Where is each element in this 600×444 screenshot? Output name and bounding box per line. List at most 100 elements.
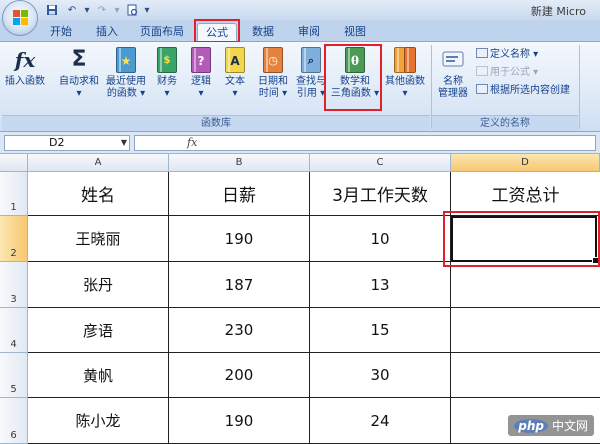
recently-used-button[interactable]: ★ 最近使用 的函数 ▾ — [102, 46, 150, 100]
tab-view[interactable]: 视图 — [338, 23, 372, 41]
save-icon[interactable] — [44, 3, 60, 17]
column-header-b[interactable]: B — [169, 154, 310, 172]
defined-names-group-label: 定义的名称 — [432, 115, 578, 131]
active-cell-highlight — [443, 211, 600, 267]
row-header-4[interactable]: 4 — [0, 308, 28, 353]
row-header-1[interactable]: 1 — [0, 172, 28, 216]
cell-c5[interactable]: 30 — [310, 353, 451, 398]
cell-b1[interactable]: 日薪 — [169, 172, 310, 216]
undo-icon[interactable]: ↶ — [64, 3, 80, 17]
cell-c3[interactable]: 13 — [310, 262, 451, 308]
financial-button[interactable]: $ 财务 ▾ — [152, 46, 182, 100]
column-header-a[interactable]: A — [28, 154, 169, 172]
logical-book-icon: ? — [188, 46, 214, 74]
use-in-formula-button[interactable]: 用于公式 ▾ — [476, 66, 538, 80]
quick-access-toolbar: ↶ ▾ ↷ ▾ ▾ — [44, 2, 150, 18]
create-from-selection-button[interactable]: 根据所选内容创建 — [476, 84, 570, 98]
row-header-6[interactable]: 6 — [0, 398, 28, 444]
cell-a4[interactable]: 彦语 — [28, 308, 169, 353]
use-in-formula-icon — [476, 66, 488, 76]
office-button[interactable] — [2, 0, 38, 36]
window-title: 新建 Micro — [530, 5, 586, 18]
date-time-label-1: 日期和 — [258, 76, 288, 87]
customize-qat-icon[interactable]: ▾ — [144, 3, 150, 17]
cell-b4[interactable]: 230 — [169, 308, 310, 353]
tab-insert[interactable]: 插入 — [90, 23, 124, 41]
ribbon-tabs: 开始 插入 页面布局 公式 数据 审阅 视图 — [0, 20, 600, 43]
tab-page-layout[interactable]: 页面布局 — [134, 23, 190, 41]
financial-book-icon: $ — [154, 46, 180, 74]
name-box[interactable]: D2 ▼ — [4, 135, 130, 151]
define-name-label: 定义名称 — [490, 49, 530, 60]
tab-review[interactable]: 审阅 — [292, 23, 326, 41]
column-header-d[interactable]: D — [451, 154, 600, 172]
row-header-3[interactable]: 3 — [0, 262, 28, 308]
cell-b6[interactable]: 190 — [169, 398, 310, 444]
row-header-5[interactable]: 5 — [0, 353, 28, 398]
more-functions-label: 其他函数 — [385, 76, 425, 87]
undo-dropdown-icon[interactable]: ▾ — [84, 3, 90, 17]
create-from-selection-icon — [476, 84, 488, 94]
name-box-dropdown-icon[interactable]: ▼ — [121, 136, 127, 150]
more-functions-button[interactable]: 其他函数 ▾ — [383, 46, 427, 100]
formula-bar: D2 ▼ fx — [0, 132, 600, 154]
row-header-2[interactable]: 2 — [0, 216, 28, 262]
cell-d1[interactable]: 工资总计 — [451, 172, 600, 216]
cell-c2[interactable]: 10 — [310, 216, 451, 262]
logical-label: 逻辑 — [191, 76, 211, 87]
redo-icon[interactable]: ↷ — [94, 3, 110, 17]
financial-dropdown-icon: ▾ — [164, 88, 170, 99]
magnifier-book-icon: ⌕ — [298, 46, 324, 74]
redo-dropdown-icon[interactable]: ▾ — [114, 3, 120, 17]
tab-data[interactable]: 数据 — [246, 23, 280, 41]
insert-function-fx-icon[interactable]: fx — [187, 136, 197, 149]
star-book-icon: ★ — [113, 46, 139, 74]
print-preview-icon[interactable] — [124, 3, 140, 17]
cell-a1[interactable]: 姓名 — [28, 172, 169, 216]
create-from-selection-label: 根据所选内容创建 — [490, 85, 570, 96]
name-manager-label-1: 名称 — [443, 76, 463, 87]
cell-b5[interactable]: 200 — [169, 353, 310, 398]
fx-icon: fx — [14, 48, 36, 72]
cell-a5[interactable]: 黄帆 — [28, 353, 169, 398]
text-label: 文本 — [225, 76, 245, 87]
sigma-icon: Σ — [71, 47, 87, 72]
name-box-value: D2 — [49, 136, 65, 149]
group-separator — [579, 45, 580, 129]
cell-c1[interactable]: 3月工作天数 — [310, 172, 451, 216]
cell-a3[interactable]: 张丹 — [28, 262, 169, 308]
cell-d3[interactable] — [451, 262, 600, 308]
cell-b2[interactable]: 190 — [169, 216, 310, 262]
text-button[interactable]: A 文本 ▾ — [220, 46, 250, 100]
column-header-c[interactable]: C — [310, 154, 451, 172]
cell-c4[interactable]: 15 — [310, 308, 451, 353]
define-name-button[interactable]: 定义名称 ▾ — [476, 48, 538, 62]
select-all-corner[interactable] — [0, 154, 28, 172]
logical-button[interactable]: ? 逻辑 ▾ — [186, 46, 216, 100]
autosum-label: 自动求和 ▾ — [59, 76, 99, 99]
formulas-tab-highlight — [194, 19, 240, 43]
date-time-button[interactable]: ◷ 日期和 时间 ▾ — [254, 46, 292, 100]
cell-b3[interactable]: 187 — [169, 262, 310, 308]
more-books-icon — [392, 46, 418, 74]
text-book-icon: A — [222, 46, 248, 74]
ribbon: fx 插入函数 Σ 自动求和 ▾ ★ 最近使用 的函数 ▾ $ 财务 ▾ ? 逻… — [0, 42, 600, 132]
autosum-button[interactable]: Σ 自动求和 ▾ — [56, 46, 102, 100]
title-bar: ↶ ▾ ↷ ▾ ▾ 新建 Micro — [0, 0, 600, 20]
insert-function-label: 插入函数 — [5, 76, 45, 87]
office-logo-icon — [13, 10, 28, 25]
financial-label: 财务 — [157, 76, 177, 87]
define-name-icon — [476, 48, 488, 58]
watermark: php 中文网 — [508, 415, 594, 436]
cell-d5[interactable] — [451, 353, 600, 398]
cell-a2[interactable]: 王晓丽 — [28, 216, 169, 262]
formula-input[interactable]: fx — [134, 135, 596, 151]
tab-home[interactable]: 开始 — [44, 23, 78, 41]
name-manager-button[interactable]: 名称 管理器 — [434, 46, 472, 100]
insert-function-button[interactable]: fx 插入函数 — [3, 46, 47, 88]
cell-d4[interactable] — [451, 308, 600, 353]
date-time-label-2: 时间 ▾ — [258, 88, 288, 99]
cell-a6[interactable]: 陈小龙 — [28, 398, 169, 444]
use-in-formula-label: 用于公式 — [490, 67, 530, 78]
cell-c6[interactable]: 24 — [310, 398, 451, 444]
